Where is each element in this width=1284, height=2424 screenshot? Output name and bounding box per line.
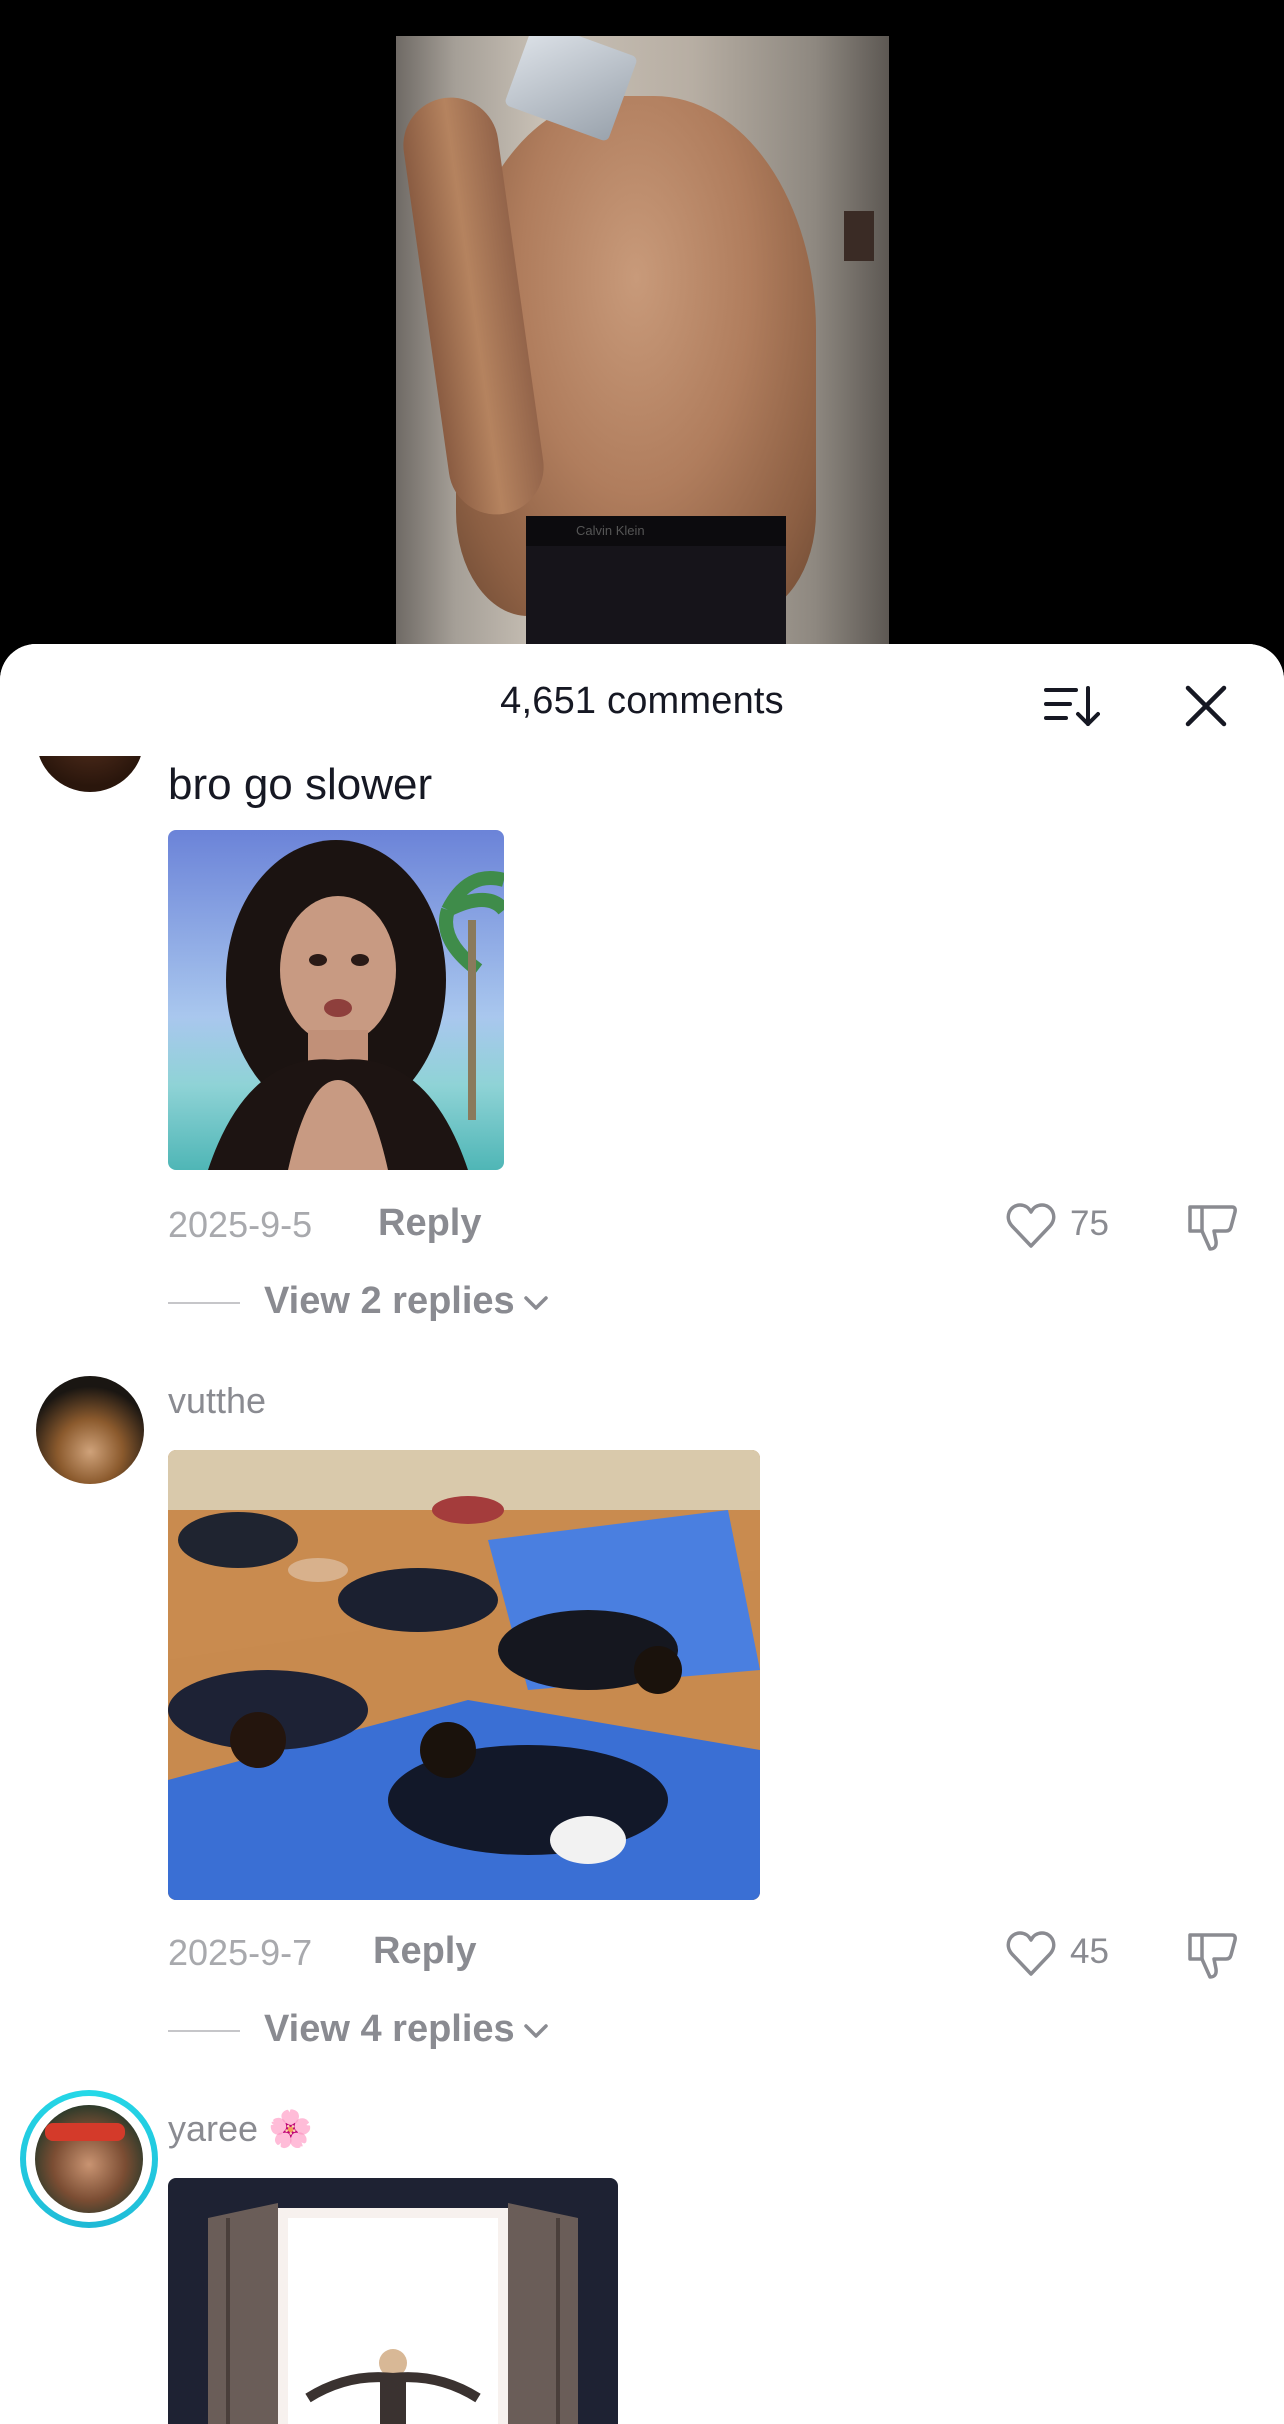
video-frame[interactable]: Calvin Klein bbox=[396, 36, 889, 660]
heart-icon[interactable] bbox=[1006, 1930, 1056, 1978]
chevron-down-icon bbox=[523, 1296, 548, 1310]
comment-text: bro go slower bbox=[168, 760, 433, 809]
comment-date: 2025-9-7 bbox=[168, 1932, 313, 1973]
replies-divider bbox=[168, 2030, 240, 2032]
close-icon[interactable] bbox=[1182, 682, 1230, 730]
reply-button[interactable]: Reply bbox=[378, 1202, 481, 1245]
comment-image[interactable] bbox=[168, 830, 504, 1170]
like-count: 75 bbox=[1070, 1204, 1109, 1243]
thumbs-down-icon[interactable] bbox=[1184, 1927, 1238, 1981]
comments-header: 4,651 comments bbox=[0, 644, 1284, 756]
view-replies-label: View 2 replies bbox=[264, 1280, 515, 1322]
comment-image[interactable] bbox=[168, 2178, 618, 2424]
like-count: 45 bbox=[1070, 1932, 1109, 1971]
thumbs-down-icon[interactable] bbox=[1184, 1199, 1238, 1253]
avatar-story-ring[interactable] bbox=[20, 2090, 158, 2228]
reply-button[interactable]: Reply bbox=[373, 1930, 476, 1973]
comment-date: 2025-9-5 bbox=[168, 1204, 313, 1245]
replies-divider bbox=[168, 1302, 240, 1304]
comments-sheet: 4,651 comments bro go slower 2025-9-5 Re… bbox=[0, 644, 1284, 2424]
sort-icon[interactable] bbox=[1044, 684, 1100, 728]
view-replies-label: View 4 replies bbox=[264, 2008, 515, 2050]
avatar bbox=[35, 2105, 143, 2213]
comment-username[interactable]: yaree 🌸 bbox=[168, 2108, 313, 2150]
avatar[interactable] bbox=[36, 1376, 144, 1484]
heart-icon[interactable] bbox=[1006, 1202, 1056, 1250]
view-replies-button[interactable]: View 4 replies bbox=[264, 2008, 549, 2051]
comment-username[interactable]: vutthe bbox=[168, 1380, 266, 1422]
waistband: Calvin Klein bbox=[526, 516, 786, 546]
comment-image[interactable] bbox=[168, 1450, 760, 1900]
wall-picture bbox=[844, 211, 874, 261]
waistband-text: Calvin Klein bbox=[576, 523, 645, 538]
video-player[interactable]: Calvin Klein bbox=[0, 0, 1284, 660]
view-replies-button[interactable]: View 2 replies bbox=[264, 1280, 549, 1323]
chevron-down-icon bbox=[523, 2024, 548, 2038]
